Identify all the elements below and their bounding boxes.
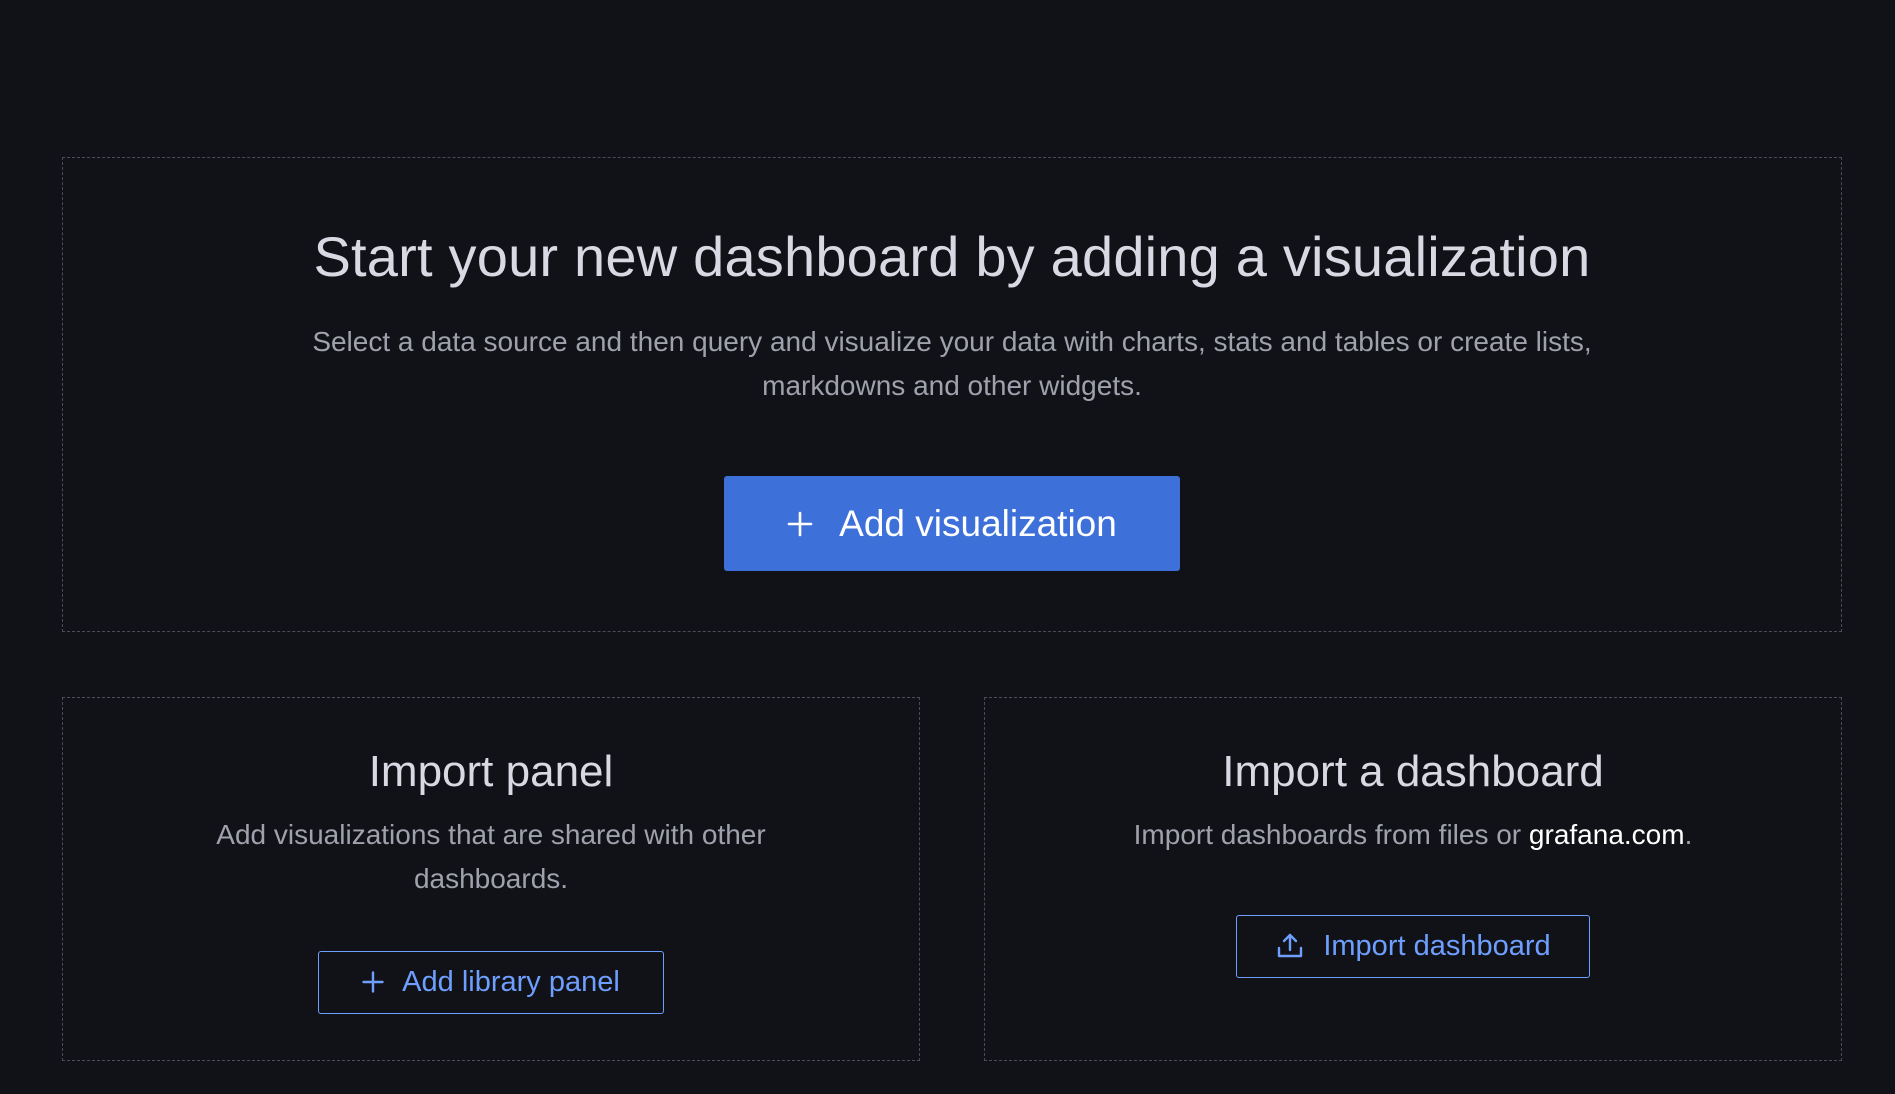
add-visualization-button[interactable]: Add visualization — [724, 476, 1180, 572]
import-dashboard-description-end: . — [1684, 818, 1693, 850]
plus-icon — [787, 511, 813, 537]
import-dashboard-description: Import dashboards from files or grafana.… — [1134, 813, 1693, 857]
add-library-panel-button[interactable]: Add library panel — [318, 950, 664, 1014]
import-panel-description: Add visualizations that are shared with … — [216, 818, 766, 894]
import-panel-title: Import panel — [368, 747, 614, 796]
grafana-com-link[interactable]: grafana.com — [1529, 819, 1685, 850]
page-title: Start your new dashboard by adding a vis… — [313, 225, 1591, 288]
plus-icon — [362, 971, 384, 993]
empty-dashboard-page: Start your new dashboard by adding a vis… — [0, 0, 1895, 1094]
import-dashboard-title: Import a dashboard — [1222, 747, 1604, 796]
import-panel-card: Import panel Add visualizations that are… — [62, 697, 920, 1061]
import-dashboard-label: Import dashboard — [1323, 929, 1551, 962]
import-dashboard-description-text: Import dashboards from files or — [1133, 818, 1529, 850]
page-description: Select a data source and then query and … — [312, 326, 1592, 402]
add-visualization-card: Start your new dashboard by adding a vis… — [62, 157, 1842, 632]
import-dashboard-button[interactable]: Import dashboard — [1236, 914, 1590, 978]
import-dashboard-card: Import a dashboard Import dashboards fro… — [984, 697, 1842, 1061]
add-library-panel-label: Add library panel — [402, 965, 620, 998]
add-visualization-label: Add visualization — [839, 502, 1117, 544]
upload-icon — [1275, 931, 1305, 961]
